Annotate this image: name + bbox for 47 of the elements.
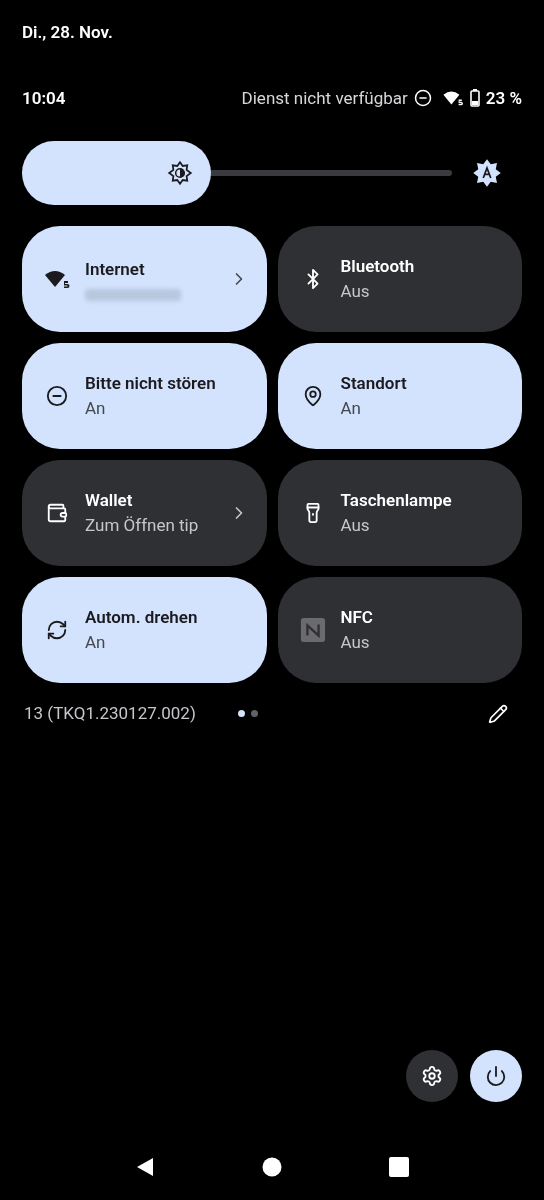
tile-title: Autom. drehen — [85, 605, 199, 629]
power-icon — [485, 1065, 507, 1087]
quick-settings-tile[interactable]: Standort An — [277, 343, 522, 449]
tile-status: An — [85, 631, 107, 654]
brightness-icon — [167, 160, 194, 186]
rotate-icon — [46, 619, 68, 641]
settings-icon — [421, 1065, 443, 1087]
tile-title: Taschenlampe — [340, 488, 453, 512]
clock: 10:04 — [22, 86, 66, 110]
minus-circle-icon — [413, 89, 432, 108]
network-status: Dienst nicht verfügbar — [241, 86, 408, 110]
wallet-icon — [46, 502, 68, 524]
tile-title: Wallet — [85, 488, 134, 512]
home-icon[interactable] — [262, 1157, 282, 1177]
quick-settings-tile[interactable]: Internet — [22, 226, 267, 332]
quick-settings-tile[interactable]: Bitte nicht stören An — [22, 343, 267, 449]
minus-circle-icon — [46, 385, 68, 407]
battery-percent: 23 % — [485, 86, 522, 110]
quick-settings-tile[interactable]: Autom. drehen An — [22, 577, 267, 683]
edit-icon[interactable] — [488, 703, 508, 724]
auto-brightness-icon[interactable] — [472, 158, 502, 188]
recents-icon[interactable] — [388, 1157, 409, 1177]
back-icon[interactable] — [135, 1157, 156, 1177]
power-button[interactable] — [470, 1050, 522, 1102]
battery-icon — [469, 89, 480, 108]
tile-title: Internet — [85, 258, 146, 282]
tile-title: Bluetooth — [340, 254, 416, 278]
quick-settings-tile[interactable]: Wallet Zum Öffnen tip — [22, 460, 267, 566]
tile-title: NFC — [340, 605, 374, 629]
tile-title: Standort — [340, 371, 408, 395]
wifi-icon — [44, 269, 70, 289]
tile-status: Aus — [340, 514, 371, 537]
settings-button[interactable] — [406, 1050, 458, 1102]
wifi-icon — [441, 90, 464, 107]
tile-status: Aus — [340, 631, 371, 654]
nfc-icon — [299, 616, 326, 644]
tile-status: An — [85, 397, 107, 420]
build-number: 13 (TKQ1.230127.002) — [23, 702, 196, 725]
quick-settings-tile[interactable]: Bluetooth Aus — [277, 226, 522, 332]
brightness-slider[interactable] — [22, 141, 452, 205]
tile-status: Zum Öffnen tip — [85, 514, 200, 537]
quick-settings-tile[interactable]: NFC Aus — [277, 577, 522, 683]
tile-status: Aus — [340, 280, 371, 303]
tile-title: Bitte nicht stören — [85, 371, 217, 395]
tile-status: An — [340, 397, 362, 420]
quick-settings-tile[interactable]: Taschenlampe Aus — [277, 460, 522, 566]
date: Di., 28. Nov. — [22, 21, 113, 44]
